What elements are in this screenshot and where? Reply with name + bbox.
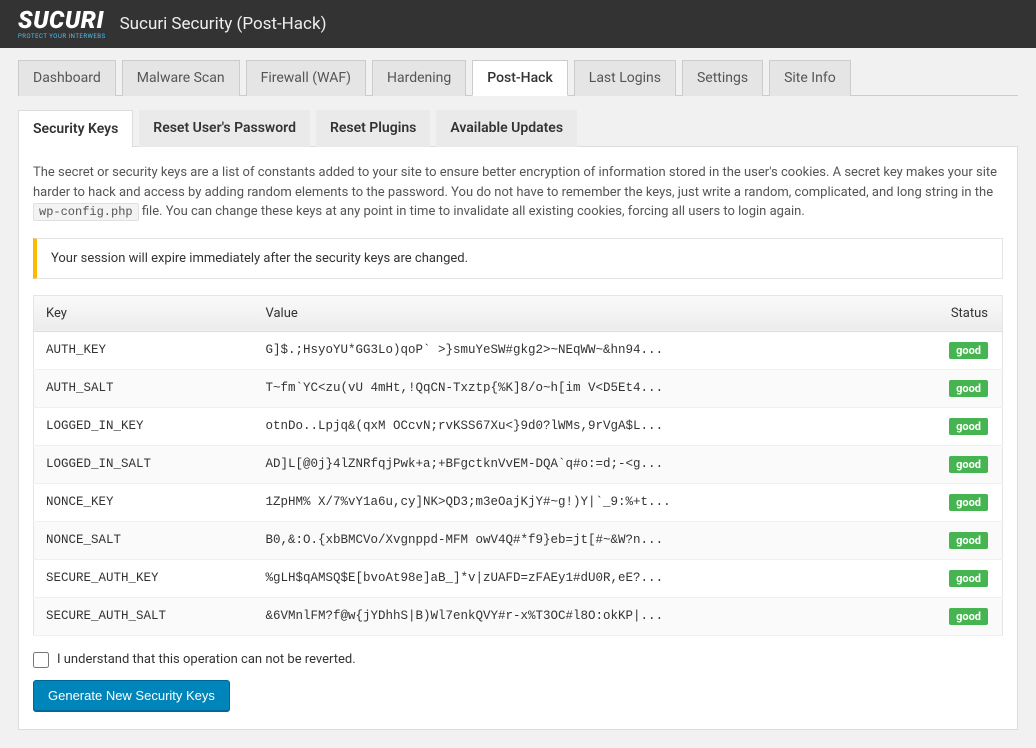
app-header: SUCURI PROTECT YOUR INTERWEBS Sucuri Sec… [0, 0, 1036, 48]
status-badge: good [949, 532, 988, 549]
status-badge: good [949, 380, 988, 397]
subtab-security-keys[interactable]: Security Keys [18, 110, 133, 147]
th-key: Key [34, 295, 254, 331]
table-row: NONCE_SALTB0,&:O.{xbBMCVo/Xvgnppd-MFM ow… [34, 521, 1003, 559]
confirm-checkbox[interactable] [33, 652, 49, 668]
key-status-cell: good [923, 521, 1003, 559]
confirm-label: I understand that this operation can not… [57, 652, 356, 667]
warning-notice: Your session will expire immediately aft… [33, 238, 1003, 279]
notice-text: Your session will expire immediately aft… [51, 251, 468, 266]
description-part2: file. You can change these keys at any p… [139, 204, 805, 219]
secondary-tabs: Security KeysReset User's PasswordReset … [18, 110, 1018, 147]
status-badge: good [949, 570, 988, 587]
key-status-cell: good [923, 331, 1003, 369]
key-name: NONCE_SALT [34, 521, 254, 559]
description-text: The secret or security keys are a list o… [33, 163, 1003, 222]
primary-tabs: DashboardMalware ScanFirewall (WAF)Harde… [18, 60, 1018, 96]
key-value: G]$.;HsyoYU*GG3Lo)qoP` >}smuYeSW#gkg2>~N… [254, 331, 923, 369]
th-value: Value [254, 295, 923, 331]
table-row: SECURE_AUTH_SALT&6VMnlFM?f@w{jYDhhS|B)Wl… [34, 597, 1003, 635]
key-value: &6VMnlFM?f@w{jYDhhS|B)Wl7enkQVY#r-x%T3OC… [254, 597, 923, 635]
key-name: AUTH_SALT [34, 369, 254, 407]
tab-last-logins[interactable]: Last Logins [574, 60, 676, 96]
subtab-reset-user-s-password[interactable]: Reset User's Password [139, 110, 310, 147]
generate-keys-button[interactable]: Generate New Security Keys [33, 680, 230, 711]
table-row: AUTH_SALTT~fm`YC<zu(vU 4mHt,!QqCN-Txztp{… [34, 369, 1003, 407]
key-status-cell: good [923, 407, 1003, 445]
subtab-reset-plugins[interactable]: Reset Plugins [316, 110, 430, 147]
tab-dashboard[interactable]: Dashboard [18, 60, 116, 96]
tab-settings[interactable]: Settings [682, 60, 763, 96]
table-row: SECURE_AUTH_KEY%gLH$qAMSQ$E[bvoAt98e]aB_… [34, 559, 1003, 597]
table-row: AUTH_KEYG]$.;HsyoYU*GG3Lo)qoP` >}smuYeSW… [34, 331, 1003, 369]
key-status-cell: good [923, 445, 1003, 483]
key-status-cell: good [923, 559, 1003, 597]
tab-post-hack[interactable]: Post-Hack [472, 60, 568, 96]
status-badge: good [949, 608, 988, 625]
key-name: NONCE_KEY [34, 483, 254, 521]
tab-malware-scan[interactable]: Malware Scan [122, 60, 240, 96]
status-badge: good [949, 418, 988, 435]
content-panel: The secret or security keys are a list o… [18, 146, 1018, 730]
key-value: T~fm`YC<zu(vU 4mHt,!QqCN-Txztp{%K]8/o~h[… [254, 369, 923, 407]
status-badge: good [949, 342, 988, 359]
key-status-cell: good [923, 597, 1003, 635]
tab-firewall-waf-[interactable]: Firewall (WAF) [246, 60, 366, 96]
table-row: LOGGED_IN_KEYotnDo..Lpjq&(qxM OCcvN;rvKS… [34, 407, 1003, 445]
code-filename: wp-config.php [33, 203, 139, 221]
logo: SUCURI PROTECT YOUR INTERWEBS [18, 8, 106, 40]
key-name: SECURE_AUTH_SALT [34, 597, 254, 635]
security-keys-table: Key Value Status AUTH_KEYG]$.;HsyoYU*GG3… [33, 295, 1003, 636]
th-status: Status [923, 295, 1003, 331]
description-part1: The secret or security keys are a list o… [33, 165, 997, 200]
logo-text: SUCURI [18, 8, 106, 32]
key-name: AUTH_KEY [34, 331, 254, 369]
key-value: %gLH$qAMSQ$E[bvoAt98e]aB_]*v|zUAFD=zFAEy… [254, 559, 923, 597]
key-value: otnDo..Lpjq&(qxM OCcvN;rvKSS67Xu<}9d0?lW… [254, 407, 923, 445]
main-content: DashboardMalware ScanFirewall (WAF)Harde… [0, 48, 1036, 748]
subtab-available-updates[interactable]: Available Updates [436, 110, 577, 147]
confirm-checkbox-row[interactable]: I understand that this operation can not… [33, 652, 1003, 668]
tab-site-info[interactable]: Site Info [769, 60, 851, 96]
table-row: NONCE_KEY1ZpHM% X/7%vY1a6u,cy]NK>QD3;m3e… [34, 483, 1003, 521]
key-value: B0,&:O.{xbBMCVo/Xvgnppd-MFM owV4Q#*f9}eb… [254, 521, 923, 559]
key-name: LOGGED_IN_KEY [34, 407, 254, 445]
page-title: Sucuri Security (Post-Hack) [120, 14, 327, 34]
key-name: LOGGED_IN_SALT [34, 445, 254, 483]
status-badge: good [949, 456, 988, 473]
status-badge: good [949, 494, 988, 511]
tab-hardening[interactable]: Hardening [372, 60, 466, 96]
logo-tagline: PROTECT YOUR INTERWEBS [18, 34, 106, 40]
key-name: SECURE_AUTH_KEY [34, 559, 254, 597]
key-value: 1ZpHM% X/7%vY1a6u,cy]NK>QD3;m3eOajKjY#~g… [254, 483, 923, 521]
key-value: AD]L[@0j}4lZNRfqjPwk+a;+BFgctknVvEM-DQA`… [254, 445, 923, 483]
key-status-cell: good [923, 369, 1003, 407]
key-status-cell: good [923, 483, 1003, 521]
table-row: LOGGED_IN_SALTAD]L[@0j}4lZNRfqjPwk+a;+BF… [34, 445, 1003, 483]
